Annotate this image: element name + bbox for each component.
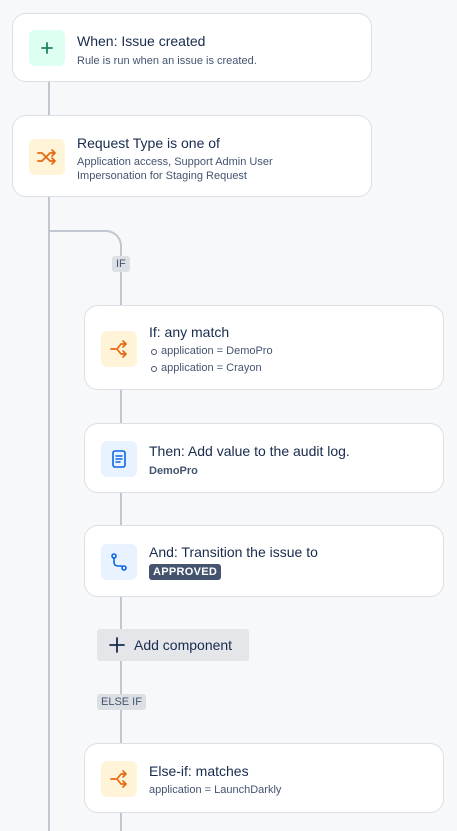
else-if-title: Else-if: matches [149,763,249,779]
transition-icon [101,544,137,580]
condition-card[interactable]: Request Type is one of Application acces… [12,115,372,197]
trigger-card[interactable]: When: Issue created Rule is run when an … [12,13,372,82]
list-item: application = DemoPro [149,343,273,360]
document-icon [101,441,137,477]
else-if-subtitle: application = LaunchDarkly [149,784,282,796]
branch-icon [101,761,137,797]
and-title: And: Transition the issue to [149,544,318,560]
condition-subtitle: Application access, Support Admin User I… [77,156,273,182]
plus-icon [29,30,65,66]
if-conditions-list: application = DemoPro application = Cray… [149,343,273,377]
shuffle-icon [29,139,65,175]
connector-main-flow [48,196,50,831]
then-card[interactable]: Then: Add value to the audit log. DemoPr… [84,423,444,493]
condition-title: Request Type is one of [77,135,220,151]
connector-trigger-condition [48,82,50,116]
then-title: Then: Add value to the audit log. [149,443,350,459]
list-item: application = Crayon [149,360,273,377]
and-card[interactable]: And: Transition the issue to APPROVED [84,525,444,597]
trigger-subtitle: Rule is run when an issue is created. [77,55,257,67]
else-if-card[interactable]: Else-if: matches application = LaunchDar… [84,743,444,813]
trigger-title: When: Issue created [77,33,206,49]
else-if-tag: ELSE IF [97,694,146,710]
then-subtitle: DemoPro [149,465,198,477]
plus-icon [109,637,125,653]
if-tag: IF [112,256,130,272]
connector-branch-curve [96,230,122,256]
branch-icon [101,331,137,367]
if-title: If: any match [149,324,230,340]
add-component-label: Add component [134,637,233,653]
if-card[interactable]: If: any match application = DemoPro appl… [84,305,444,390]
status-lozenge: APPROVED [149,564,222,580]
add-component-button[interactable]: Add component [97,629,249,661]
